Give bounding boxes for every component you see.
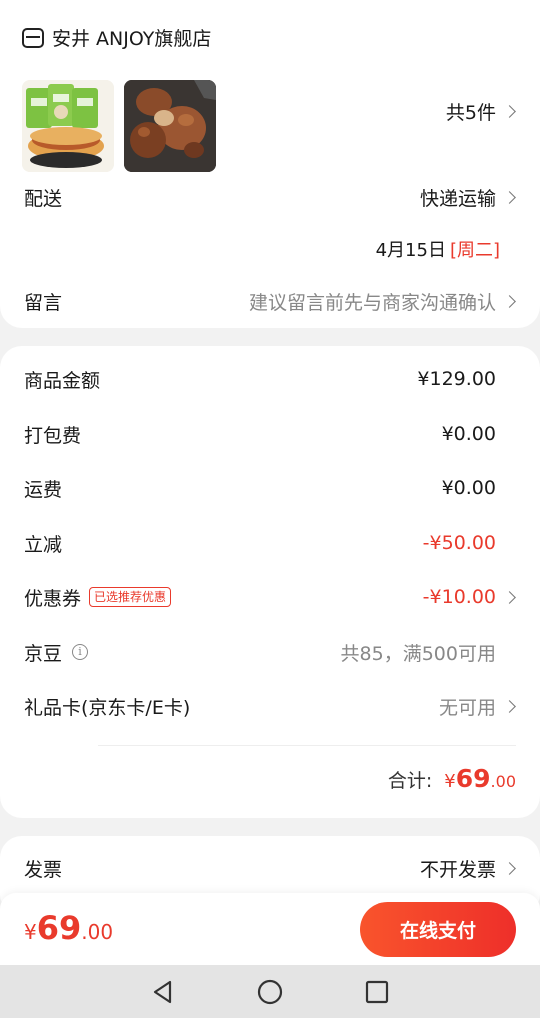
- total-label: 合计:: [387, 770, 433, 792]
- delivery-date-text: 4月15日: [375, 240, 446, 261]
- pay-online-button[interactable]: 在线支付: [360, 902, 516, 957]
- shop-header[interactable]: 安井 ANJOY旗舰店: [22, 24, 211, 51]
- chevron-right-icon: [503, 104, 516, 118]
- delivery-weekday: [周二]: [449, 240, 500, 261]
- system-nav-bar: [0, 965, 540, 1018]
- checkout-total: ¥69.00: [24, 909, 113, 947]
- invoice-value: 不开发票: [419, 858, 496, 881]
- chevron-right-icon: [503, 861, 516, 875]
- checkout-currency: ¥: [24, 920, 37, 944]
- instant-discount-value: -¥50.00: [422, 532, 496, 554]
- shipping-fee-row: 运费 ¥0.00: [24, 473, 516, 503]
- gift-card-label: 礼品卡(京东卡/E卡): [24, 696, 191, 719]
- back-icon[interactable]: [143, 972, 183, 1012]
- recents-icon[interactable]: [357, 972, 397, 1012]
- goods-amount-value: ¥129.00: [417, 368, 496, 390]
- shipping-fee-label: 运费: [24, 478, 63, 501]
- gift-card-value: 无可用: [438, 696, 496, 719]
- store-icon: [22, 27, 44, 48]
- home-icon[interactable]: [250, 972, 290, 1012]
- message-placeholder: 建议留言前先与商家沟通确认: [248, 291, 496, 314]
- checkout-bar: ¥69.00 在线支付: [0, 893, 540, 965]
- shop-name: 安井 ANJOY旗舰店: [52, 28, 212, 50]
- goods-amount-label: 商品金额: [24, 369, 101, 392]
- total-decimal: .00: [490, 772, 516, 791]
- jingdou-label: 京豆: [24, 642, 63, 665]
- message-row[interactable]: 留言 建议留言前先与商家沟通确认: [24, 286, 516, 316]
- instant-discount-label: 立减: [24, 533, 63, 556]
- checkout-decimal: .00: [81, 920, 114, 944]
- coupon-label: 优惠券: [24, 587, 82, 610]
- message-label: 留言: [24, 291, 63, 314]
- invoice-label: 发票: [24, 858, 63, 881]
- chevron-right-icon: [503, 294, 516, 308]
- delivery-date[interactable]: 4月15日 [周二]: [376, 236, 500, 262]
- product-count: 共5件: [445, 101, 496, 124]
- product-count-row[interactable]: 共5件: [24, 96, 516, 126]
- coupon-tag: 已选推荐优惠: [89, 587, 172, 607]
- info-icon[interactable]: i: [72, 644, 89, 660]
- jingdou-value: 共85，满500可用: [340, 642, 496, 665]
- checkout-integer: 69: [36, 909, 82, 947]
- goods-amount-row: 商品金额 ¥129.00: [24, 364, 516, 394]
- chevron-right-icon: [503, 190, 516, 204]
- delivery-label: 配送: [24, 187, 63, 210]
- invoice-row[interactable]: 发票 不开发票: [24, 853, 516, 883]
- total-currency: ¥: [444, 771, 456, 792]
- instant-discount-row: 立减 -¥50.00: [24, 528, 516, 558]
- coupon-row[interactable]: 优惠券 已选推荐优惠 -¥10.00: [24, 582, 516, 612]
- total-integer: 69: [455, 764, 491, 793]
- chevron-right-icon: [503, 699, 516, 713]
- jingdou-row: 京豆 i 共85，满500可用: [24, 637, 516, 667]
- chevron-right-icon: [503, 590, 516, 604]
- packing-fee-row: 打包费 ¥0.00: [24, 419, 516, 449]
- divider: [98, 745, 516, 746]
- shipping-fee-value: ¥0.00: [441, 477, 496, 499]
- product-thumbnail-meat[interactable]: [124, 80, 216, 172]
- gift-card-row[interactable]: 礼品卡(京东卡/E卡) 无可用: [24, 691, 516, 721]
- coupon-value: -¥10.00: [422, 586, 496, 608]
- delivery-row[interactable]: 配送 快递运输: [24, 182, 516, 212]
- total-row: 合计: ¥69.00: [388, 764, 516, 793]
- product-thumbnail-pastry[interactable]: [22, 80, 114, 172]
- delivery-method: 快递运输: [419, 187, 496, 210]
- packing-fee-label: 打包费: [24, 424, 82, 447]
- packing-fee-value: ¥0.00: [441, 423, 496, 445]
